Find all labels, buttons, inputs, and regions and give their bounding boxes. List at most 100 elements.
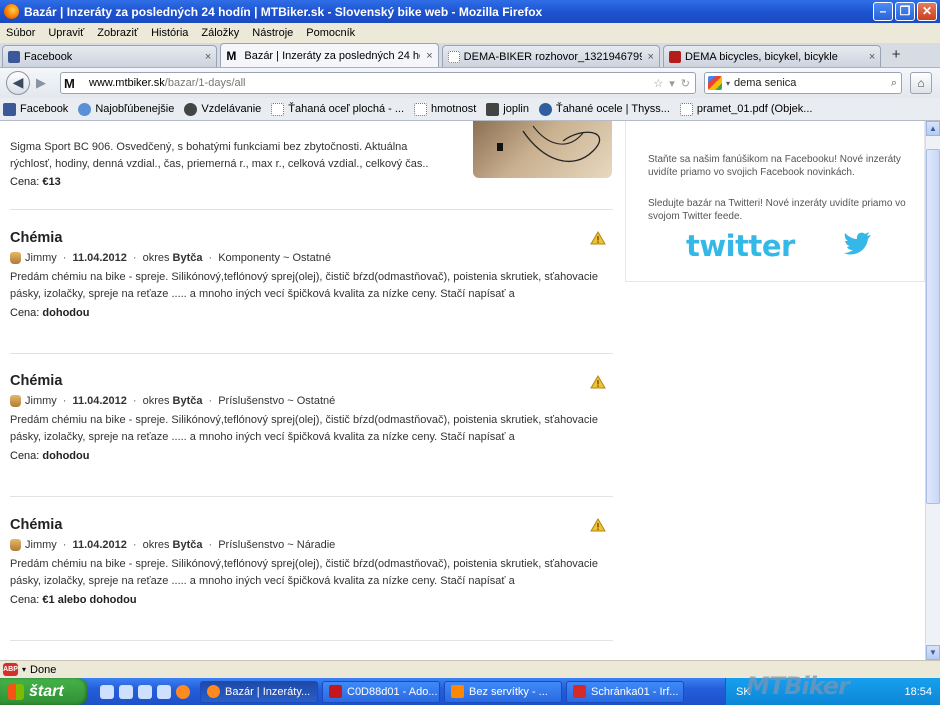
dema-icon — [668, 50, 681, 63]
tab-dema-bicycles[interactable]: DEMA bicycles, bicykel, bicykle × — [662, 45, 882, 67]
ad-title[interactable]: Chémia — [10, 373, 603, 389]
district-label: okres — [142, 539, 170, 551]
adblock-icon[interactable]: ABP — [3, 663, 18, 676]
home-button[interactable]: ⌂ — [910, 72, 932, 94]
quick-launch-app-icon[interactable] — [100, 684, 114, 699]
back-button[interactable]: ◀ — [6, 71, 30, 95]
taskbar-item-vlc[interactable]: Bez servítky - ... — [444, 680, 562, 703]
search-bar[interactable]: ▾ dema senica ⌕ — [704, 72, 902, 94]
close-tab-icon[interactable]: × — [869, 51, 875, 63]
ad-user[interactable]: Jimmy — [25, 252, 57, 264]
scroll-up-arrow-icon[interactable]: ▲ — [926, 121, 940, 136]
close-tab-icon[interactable]: × — [648, 51, 654, 63]
bookmark-pramet[interactable]: pramet_01.pdf (Objek... — [679, 102, 812, 116]
taskbar-item-irfanview[interactable]: Schránka01 - Irf... — [566, 680, 684, 703]
maximize-button[interactable]: ❐ — [895, 2, 915, 21]
ad-category[interactable]: Príslušenstvo ~ Náradie — [218, 539, 335, 551]
tab-bar: Facebook × M Bazár | Inzeráty za posledn… — [0, 43, 940, 68]
chevron-down-icon[interactable]: ▾ — [726, 79, 730, 88]
bike-computer-cable-image — [497, 125, 601, 162]
report-warning-icon[interactable] — [590, 231, 606, 245]
ad-category[interactable]: Komponenty ~ Ostatné — [218, 252, 331, 264]
menu-help[interactable]: Pomocník — [306, 27, 355, 39]
menu-bookmarks[interactable]: Záložky — [201, 27, 239, 39]
menu-edit[interactable]: Upraviť — [48, 27, 84, 39]
ad-price: Cena: dohodou — [10, 450, 603, 462]
quick-launch-firefox-icon[interactable] — [176, 684, 190, 699]
price-label: Cena: — [10, 450, 40, 462]
url-bar[interactable]: M www.mtbiker.sk /bazar/1-days/all ☆ ▾ ↻ — [60, 72, 696, 94]
bookmark-education[interactable]: Vzdelávanie — [184, 102, 261, 116]
ad-item[interactable]: Chémia Jimmy · 11.04.2012 · okres Bytča … — [0, 517, 613, 606]
facebook-follow-text[interactable]: Staňte sa našim fanúšikom na Facebooku! … — [648, 153, 910, 179]
twitter-bird-icon[interactable] — [842, 231, 872, 259]
most-visited-icon — [78, 102, 92, 116]
tab-dema-pdf[interactable]: DEMA-BIKER rozhovor_1321946799.pd... × — [441, 45, 660, 67]
close-tab-icon[interactable]: × — [205, 51, 211, 63]
clock[interactable]: 18:54 — [904, 686, 932, 698]
close-window-button[interactable]: ✕ — [917, 2, 937, 21]
ad-description: Sigma Sport BC 906. Osvedčený, s bohatým… — [10, 141, 429, 170]
menu-history[interactable]: História — [151, 27, 188, 39]
scroll-down-arrow-icon[interactable]: ▼ — [926, 645, 940, 660]
close-tab-icon[interactable]: × — [426, 50, 432, 62]
bookmark-star-icon[interactable]: ☆ — [653, 77, 663, 90]
graduation-cap-icon — [184, 102, 198, 116]
taskbar-item-adobe[interactable]: C0D88d01 - Ado... — [322, 680, 440, 703]
twitter-logo[interactable]: twitter — [686, 229, 795, 263]
url-host: www.mtbiker.sk — [89, 77, 165, 89]
twitter-follow-text[interactable]: Sledujte bazár na Twitteri! Nové inzerát… — [648, 197, 910, 223]
price-value: dohodou — [42, 450, 90, 462]
chevron-down-icon[interactable]: ▾ — [22, 665, 26, 674]
reload-icon[interactable]: ↻ — [681, 77, 690, 90]
taskbar-item-label: C0D88d01 - Ado... — [347, 685, 438, 698]
vertical-scrollbar[interactable]: ▲ ▼ — [925, 121, 940, 660]
ad-title[interactable]: Chémia — [10, 230, 603, 246]
search-input[interactable]: dema senica — [734, 77, 891, 89]
ad-thumbnail[interactable] — [473, 121, 612, 178]
ad-district: Bytča — [172, 252, 203, 264]
bookmark-weight[interactable]: hmotnost — [414, 102, 476, 116]
start-button[interactable]: štart — [0, 678, 88, 705]
ad-title[interactable]: Chémia — [10, 517, 603, 533]
url-path: /bazar/1-days/all — [164, 77, 246, 89]
ad-category[interactable]: Príslušenstvo ~ Ostatné — [218, 395, 335, 407]
bookmark-most-visited[interactable]: Najobľúbenejšie — [78, 102, 174, 116]
forward-button[interactable]: ▶ — [32, 73, 50, 93]
minimize-button[interactable]: – — [873, 2, 893, 21]
site-favicon-icon: M — [64, 75, 75, 91]
quick-launch-media-icon[interactable] — [138, 684, 152, 699]
ad-item[interactable]: Chémia Jimmy · 11.04.2012 · okres Bytča … — [0, 230, 613, 319]
window-title-bar: Bazár | Inzeráty za posledných 24 hodín … — [0, 0, 940, 23]
search-icon[interactable]: ⌕ — [891, 77, 897, 90]
menu-file[interactable]: Súbor — [6, 27, 35, 39]
tab-bazar[interactable]: M Bazár | Inzeráty za posledných 24 hodí… — [220, 43, 439, 67]
taskbar-item-label: Schránka01 - Irf... — [591, 685, 679, 698]
taskbar-item-label: Bazár | Inzeráty... — [225, 685, 311, 698]
quick-launch-ie-icon[interactable] — [119, 684, 133, 699]
ad-item[interactable]: Chémia Jimmy · 11.04.2012 · okres Bytča … — [0, 373, 613, 462]
menu-view[interactable]: Zobraziť — [97, 27, 138, 39]
facebook-icon — [3, 102, 16, 116]
taskbar-item-firefox[interactable]: Bazár | Inzeráty... — [200, 680, 318, 703]
feather-icon — [486, 102, 500, 116]
bookmark-facebook[interactable]: Facebook — [3, 102, 68, 116]
tab-facebook[interactable]: Facebook × — [2, 45, 218, 67]
report-warning-icon[interactable] — [590, 518, 606, 532]
page-icon — [271, 102, 285, 116]
quick-launch-save-icon[interactable] — [157, 684, 171, 699]
bookmark-steel-flat[interactable]: Ťahaná oceľ plochá - ... — [271, 102, 405, 116]
price-label: Cena: — [10, 594, 40, 606]
ad-user[interactable]: Jimmy — [25, 395, 57, 407]
report-warning-icon[interactable] — [590, 375, 606, 389]
scrollbar-thumb[interactable] — [926, 149, 940, 504]
dropdown-arrow-icon[interactable]: ▾ — [669, 77, 675, 90]
bookmark-thyssen[interactable]: Ťahané ocele | Thyss... — [538, 102, 670, 116]
tab-label: DEMA-BIKER rozhovor_1321946799.pd... — [463, 50, 642, 63]
menu-tools[interactable]: Nástroje — [252, 27, 293, 39]
price-value: €13 — [42, 176, 61, 188]
bookmark-label: Ťahaná oceľ plochá - ... — [288, 103, 405, 115]
ad-user[interactable]: Jimmy — [25, 539, 57, 551]
bookmark-joplin[interactable]: joplin — [486, 102, 529, 116]
new-tab-button[interactable]: + — [884, 45, 908, 67]
